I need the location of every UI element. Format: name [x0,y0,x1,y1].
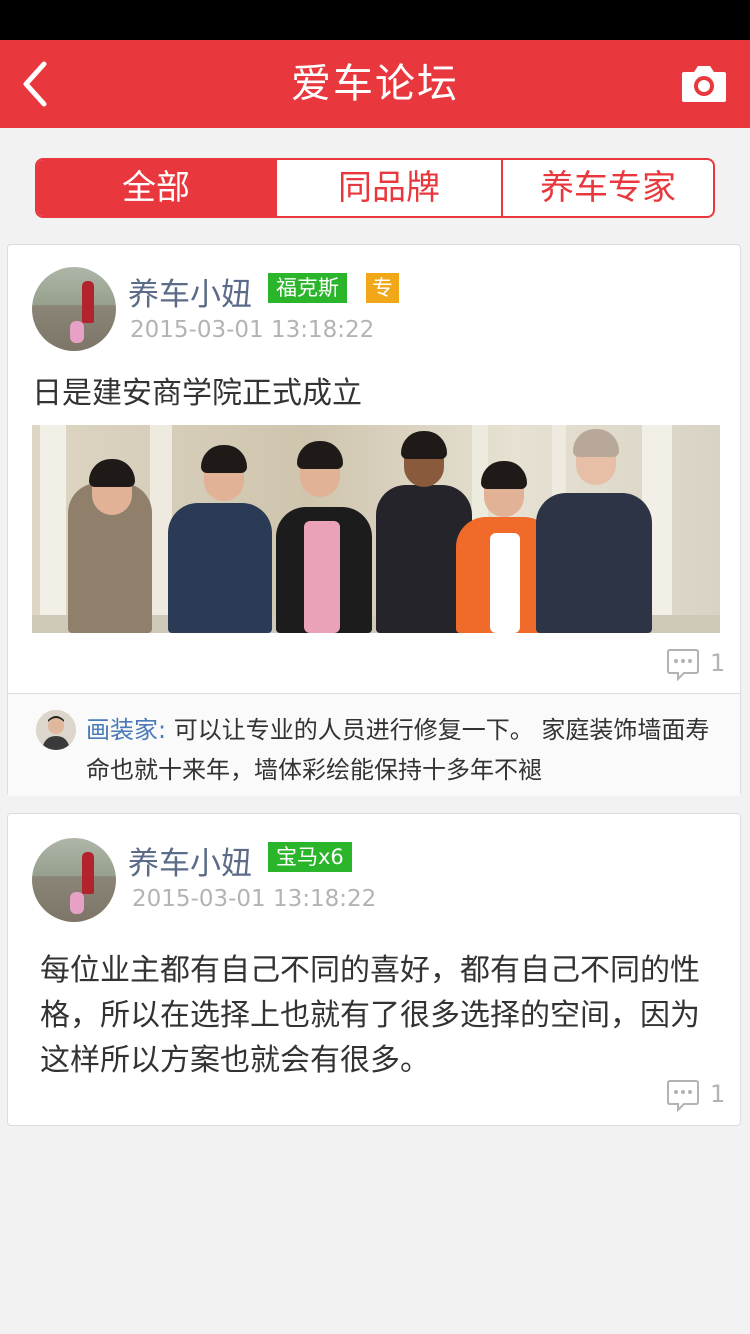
post-time: 2015-03-01 13:18:22 [132,886,377,912]
expert-badge: 专 [366,273,399,303]
comment-count: 1 [710,1080,726,1108]
nav-bar: 爱车论坛 [0,40,750,128]
post-time: 2015-03-01 13:18:22 [130,317,375,343]
reply-username[interactable]: 画装家: [86,716,166,744]
comment-count: 1 [710,649,726,677]
tab-same-brand[interactable]: 同品牌 [275,160,501,216]
comment-icon[interactable] [666,647,700,682]
tab-all[interactable]: 全部 [37,160,275,216]
car-model-tag: 福克斯 [268,273,347,303]
car-model-tag: 宝马x6 [268,842,352,872]
reply-preview[interactable]: 画装家: 可以让专业的人员进行修复一下。 家庭装饰墙面寿命也就十来年，墙体彩绘能… [8,693,740,796]
post-photo[interactable] [32,425,720,633]
page-title: 爱车论坛 [291,61,459,107]
filter-tabs: 全部 同品牌 养车专家 [35,158,715,218]
post-text: 日是建安商学院正式成立 [32,376,362,411]
post-card[interactable]: 养车小妞 宝马x6 2015-03-01 13:18:22 每位业主都有自己不同… [7,813,741,1126]
reply-text: 画装家: 可以让专业的人员进行修复一下。 家庭装饰墙面寿命也就十来年，墙体彩绘能… [86,710,726,790]
comment-icon[interactable] [666,1078,700,1113]
camera-icon[interactable] [680,64,728,104]
status-bar [0,0,750,40]
reply-content: 可以让专业的人员进行修复一下。 家庭装饰墙面寿命也就十来年，墙体彩绘能保持十多年… [86,716,710,784]
post-username[interactable]: 养车小妞 [128,269,252,314]
avatar[interactable] [32,267,116,351]
post-card[interactable]: 养车小妞 福克斯 专 2015-03-01 13:18:22 日是建安商学院正式… [7,244,741,796]
reply-avatar[interactable] [36,710,76,750]
avatar[interactable] [32,838,116,922]
post-username[interactable]: 养车小妞 [128,838,252,883]
post-text: 每位业主都有自己不同的喜好，都有自己不同的性格，所以在选择上也就有了很多选择的空… [40,953,700,1078]
tab-car-expert[interactable]: 养车专家 [501,160,713,216]
